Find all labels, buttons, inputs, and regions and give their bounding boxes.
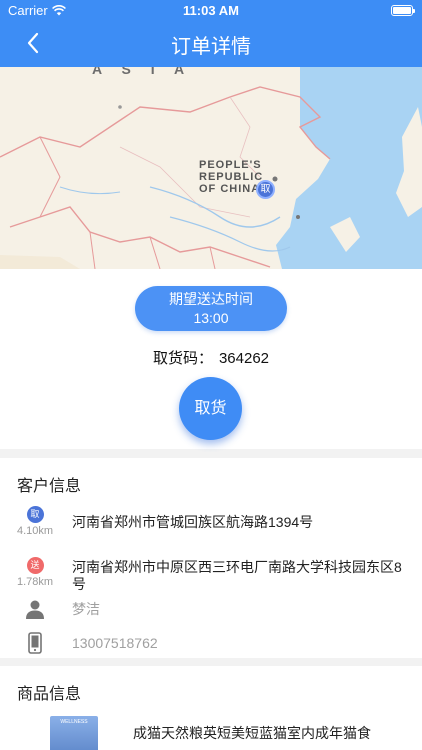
phone-icon	[28, 632, 42, 654]
customer-section-title: 客户信息	[17, 478, 82, 495]
map-view[interactable]: A S I A PEOPLE'S REPUBLIC OF CHINA 取	[0, 67, 422, 269]
pickup-code-label: 取货码：	[152, 350, 213, 367]
pickup-code-value: 364262	[218, 350, 270, 367]
country-label-line-2: REPUBLIC	[199, 171, 264, 183]
phone-icon-col	[12, 632, 58, 659]
expected-delivery-time: 期望送达时间 13:00	[135, 286, 287, 331]
goods-section-title: 商品信息	[17, 686, 82, 703]
page-title: 订单详情	[171, 36, 251, 58]
person-icon	[26, 600, 44, 619]
country-label-line-3: OF CHINA	[199, 183, 261, 195]
pickup-button[interactable]: 取货	[179, 377, 242, 440]
country-label-line-1: PEOPLE'S	[199, 159, 262, 171]
map-country-label: PEOPLE'S REPUBLIC OF CHINA	[199, 159, 263, 195]
map-region-label: A S I A	[92, 67, 193, 77]
expected-time-label: 期望送达时间	[169, 291, 253, 307]
expected-time-value: 13:00	[193, 310, 229, 326]
pickup-distance: 4.10km	[16, 525, 54, 537]
order-info-card: 期望送达时间 13:00 取货码： 364262 取货	[0, 269, 422, 449]
pickup-badge-icon: 取	[26, 506, 44, 523]
status-bar: Carrier 11:03 AM	[0, 0, 422, 20]
customer-phone[interactable]: 13007518762	[72, 635, 408, 652]
map-pickup-pin[interactable]: 取	[256, 180, 275, 199]
customer-info-section: 客户信息 取 4.10km 河南省郑州市管城回族区航海路1394号 送 1.78…	[0, 458, 422, 658]
product-thumbnail-text: WELLNESS	[60, 719, 88, 725]
person-icon-col	[12, 599, 58, 624]
pickup-code: 取货码： 364262	[0, 347, 422, 368]
status-time: 11:03 AM	[183, 3, 239, 18]
delivery-badge-icon: 送	[26, 557, 44, 574]
nav-bar: 订单详情	[0, 20, 422, 67]
battery-icon	[391, 5, 415, 16]
pickup-address: 河南省郑州市管城回族区航海路1394号	[72, 514, 314, 530]
delivery-address: 河南省郑州市中原区西三环电厂南路大学科技园东区8号	[72, 559, 402, 592]
product-thumbnail: WELLNESS	[50, 716, 98, 750]
delivery-badge-col: 送 1.78km	[12, 555, 58, 588]
product-name[interactable]: 成猫天然粮英短美短蓝猫室内成年猫食	[133, 723, 371, 743]
pickup-badge-col: 取 4.10km	[12, 504, 58, 537]
delivery-distance: 1.78km	[16, 576, 54, 588]
customer-name: 梦洁	[72, 601, 100, 617]
goods-info-section: 商品信息 WELLNESS 成猫天然粮英短美短蓝猫室内成年猫食	[0, 666, 422, 750]
